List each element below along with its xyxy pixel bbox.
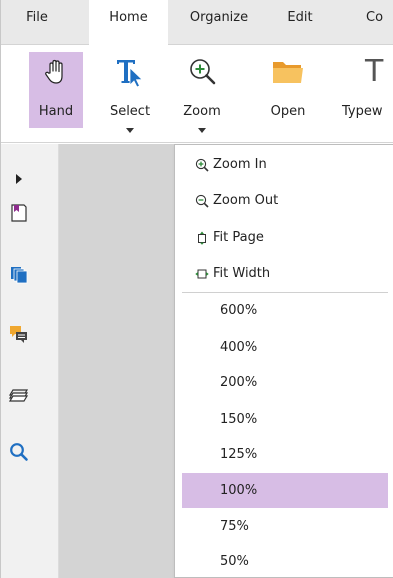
zoom-level-label: 50% [220,554,249,569]
select-label: Select [109,104,151,119]
fit-width-icon [195,269,209,279]
zoom-level-75[interactable]: 75% [183,511,388,543]
zoom-level-label: 200% [220,375,258,390]
open-label: Open [270,104,306,119]
menu-item-fit-page[interactable]: Fit Page [183,222,388,254]
home-ribbon: Hand Select Zoom Open T Typew [1,45,393,143]
typewriter-tool-button[interactable]: T Typew [339,52,393,128]
select-tool-button[interactable]: Select [103,52,157,133]
zoom-level-label: 75% [220,519,249,534]
fit-page-icon [198,231,206,245]
zoom-dropdown-caret[interactable] [198,128,206,133]
folder-open-icon [273,62,303,83]
zoom-dropdown-menu: Zoom In Zoom Out Fit Page Fit Width 600%… [174,144,393,578]
zoom-level-100-selected[interactable]: 100% [182,473,388,508]
pages-thumbnails-icon[interactable] [9,265,29,285]
comments-icon[interactable] [9,324,29,344]
zoom-level-200[interactable]: 200% [183,367,388,399]
zoom-level-label: 600% [220,303,258,318]
zoom-level-125[interactable]: 125% [183,439,388,471]
layers-icon[interactable] [9,384,29,404]
app-window: File Home Organize Edit Co Hand Select Z… [0,0,393,578]
hand-icon [45,59,63,84]
navigation-panel [1,144,59,578]
tab-home[interactable]: Home [89,0,168,46]
open-file-button[interactable]: Open [261,52,315,128]
zoom-level-600[interactable]: 600% [183,295,388,327]
zoom-magnifier-icon [190,59,216,85]
typewriter-icon: T [365,54,384,89]
zoom-tool-button[interactable]: Zoom [175,52,229,133]
zoom-level-label: 400% [220,340,258,355]
tab-edit[interactable]: Edit [273,0,327,45]
zoom-level-50[interactable]: 50% [183,546,388,578]
expand-arrow-icon[interactable] [9,169,29,189]
select-text-cursor-icon [117,60,143,88]
fit-width-label: Fit Width [213,266,271,281]
menu-item-zoom-out[interactable]: Zoom Out [183,185,388,217]
zoom-level-label: 100% [220,483,258,498]
search-icon[interactable] [9,442,29,462]
menu-divider [182,292,388,293]
ribbon-tab-bar: File Home Organize Edit Co [1,0,393,46]
zoom-level-400[interactable]: 400% [183,332,388,364]
zoom-level-label: 150% [220,412,258,427]
menu-item-zoom-in[interactable]: Zoom In [183,149,388,181]
zoom-in-icon [195,158,209,172]
menu-item-fit-width[interactable]: Fit Width [183,258,388,290]
tab-file[interactable]: File [1,0,73,45]
bookmark-icon[interactable] [9,203,29,223]
zoom-out-label: Zoom Out [213,193,279,208]
hand-tool-button[interactable]: Hand [29,52,83,128]
typewriter-label: Typew [342,104,383,119]
zoom-out-icon [195,194,209,208]
zoom-in-label: Zoom In [213,157,267,172]
zoom-label: Zoom [183,104,221,119]
select-dropdown-caret[interactable] [126,128,134,133]
zoom-level-150[interactable]: 150% [183,404,388,436]
fit-page-label: Fit Page [213,230,264,245]
zoom-level-label: 125% [220,447,258,462]
hand-label: Hand [38,104,74,119]
tab-organize[interactable]: Organize [177,0,261,45]
tab-comment-partial[interactable]: Co [366,0,393,45]
